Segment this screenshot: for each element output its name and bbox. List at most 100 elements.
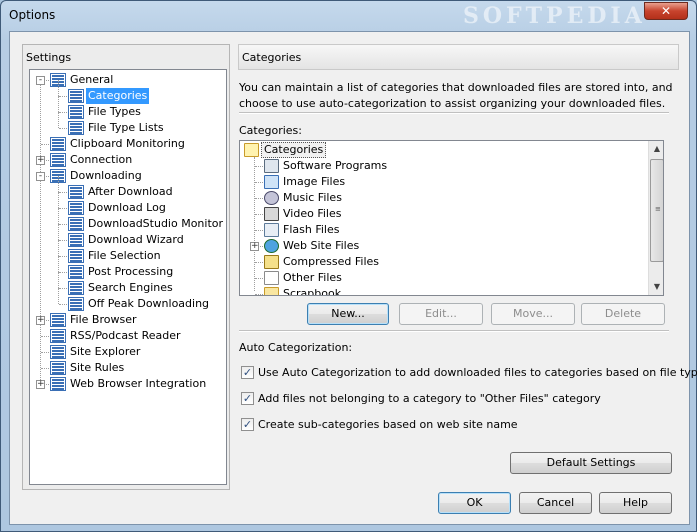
- tree-item-label: Download Wizard: [88, 233, 184, 246]
- category-item[interactable]: Compressed Files: [240, 254, 646, 270]
- options-window: Options SOFTPEDIA ✕ Settings - General Cat…: [0, 0, 697, 532]
- tree-item[interactable]: Search Engines: [30, 272, 226, 296]
- tree-item[interactable]: Post Processing: [30, 256, 226, 280]
- tree-item[interactable]: Download Log: [30, 192, 226, 216]
- categories-scrollbar[interactable]: ▲ ≡ ▼: [648, 141, 663, 295]
- tree-item[interactable]: DownloadStudio Monitor: [30, 208, 226, 232]
- settings-tree[interactable]: - General Categories File Types File Type Li…: [29, 69, 227, 485]
- ok-button[interactable]: OK: [438, 492, 511, 514]
- edit-button[interactable]: Edit...: [399, 303, 483, 325]
- category-label: Categories: [261, 142, 327, 158]
- scroll-up-icon[interactable]: ▲: [649, 141, 663, 157]
- settings-page-icon: [68, 185, 84, 199]
- add-other-files-checkbox[interactable]: ✓: [241, 392, 254, 405]
- category-label: Music Files: [283, 191, 342, 204]
- use-auto-categorization-checkbox[interactable]: ✓: [241, 366, 254, 379]
- tree-item[interactable]: RSS/Podcast Reader: [30, 328, 226, 344]
- tree-connector: [59, 304, 67, 305]
- category-item[interactable]: + Web Site Files: [240, 238, 646, 254]
- category-label: Video Files: [283, 207, 342, 220]
- category-item[interactable]: Video Files: [240, 206, 646, 222]
- new-button[interactable]: New...: [307, 303, 389, 325]
- tree-item-label: Site Explorer: [70, 345, 141, 358]
- tree-connector: [59, 208, 67, 209]
- tree-connector: [41, 336, 49, 337]
- scroll-thumb[interactable]: ≡: [650, 159, 663, 262]
- categories-tree[interactable]: Categories Software Programs Image Files Mu…: [239, 140, 664, 296]
- folder-open-icon: [244, 143, 259, 157]
- settings-page-icon: [50, 137, 66, 151]
- move-button[interactable]: Move...: [491, 303, 575, 325]
- tree-item-label: General: [70, 73, 114, 86]
- tree-item[interactable]: After Download: [30, 176, 226, 200]
- category-item[interactable]: Software Programs: [240, 158, 646, 174]
- tree-item-label: File Type Lists: [88, 121, 164, 134]
- tree-item[interactable]: + Web Browser Integration: [30, 376, 226, 392]
- tree-connector: [58, 112, 59, 128]
- expand-icon[interactable]: +: [36, 316, 45, 325]
- cancel-button[interactable]: Cancel: [519, 492, 592, 514]
- tree-item[interactable]: + Connection: [30, 152, 226, 168]
- tree-connector: [41, 352, 49, 353]
- tree-connector: [58, 80, 59, 96]
- delete-button[interactable]: Delete: [581, 303, 665, 325]
- tree-item[interactable]: Download Wizard: [30, 224, 226, 248]
- tree-item[interactable]: Categories: [30, 80, 226, 104]
- tree-connector: [58, 208, 59, 224]
- window-title: Options: [9, 8, 56, 22]
- collapse-icon[interactable]: -: [36, 76, 45, 85]
- flash-icon: [264, 223, 279, 237]
- tree-item-label: Off Peak Downloading: [88, 297, 210, 310]
- scroll-down-icon[interactable]: ▼: [649, 279, 663, 295]
- create-subcategories-checkbox[interactable]: ✓: [241, 418, 254, 431]
- divider: [239, 330, 669, 332]
- globe-icon: [264, 239, 279, 253]
- category-item[interactable]: Flash Files: [240, 222, 646, 238]
- category-label: Image Files: [283, 175, 346, 188]
- page-header: Categories: [238, 44, 679, 70]
- tree-item-label: RSS/Podcast Reader: [70, 329, 181, 342]
- settings-page-icon: [68, 297, 84, 311]
- tree-item[interactable]: File Types: [30, 96, 226, 120]
- tree-item-label: Site Rules: [70, 361, 125, 374]
- tree-item-label: Search Engines: [88, 281, 173, 294]
- category-item[interactable]: Other Files: [240, 270, 646, 286]
- tree-item[interactable]: Clipboard Monitoring: [30, 136, 226, 152]
- expand-icon[interactable]: +: [36, 156, 45, 165]
- close-button[interactable]: ✕: [644, 2, 688, 20]
- tree-item[interactable]: Site Rules: [30, 360, 226, 376]
- category-label: Flash Files: [283, 223, 340, 236]
- settings-panel: Settings - General Categories File Types Fil…: [22, 44, 230, 490]
- file-icon: [264, 271, 279, 285]
- tree-item[interactable]: - Downloading: [30, 168, 226, 184]
- collapse-icon[interactable]: -: [36, 172, 45, 181]
- checkbox-label: Add files not belonging to a category to…: [258, 392, 601, 405]
- tree-connector: [59, 240, 67, 241]
- tree-item[interactable]: + File Browser: [30, 312, 226, 328]
- tree-item[interactable]: - General: [30, 72, 226, 88]
- settings-page-icon: [50, 313, 66, 327]
- tree-item[interactable]: Site Explorer: [30, 344, 226, 360]
- settings-page-icon: [68, 105, 84, 119]
- category-item[interactable]: Scrapbook: [240, 286, 646, 295]
- divider: [239, 112, 669, 114]
- category-item[interactable]: Categories: [240, 142, 646, 158]
- tree-connector: [255, 294, 263, 295]
- category-item[interactable]: Image Files: [240, 174, 646, 190]
- title-bar[interactable]: Options SOFTPEDIA ✕: [1, 1, 696, 31]
- tree-item-label: Downloading: [70, 169, 142, 182]
- expand-icon[interactable]: +: [36, 380, 45, 389]
- expand-icon[interactable]: +: [250, 242, 259, 251]
- tree-item[interactable]: File Selection: [30, 240, 226, 264]
- tree-item-label: After Download: [88, 185, 173, 198]
- default-settings-button[interactable]: Default Settings: [510, 452, 672, 474]
- settings-page-icon: [68, 281, 84, 295]
- tree-connector: [41, 144, 49, 145]
- tree-item[interactable]: Off Peak Downloading: [30, 288, 226, 312]
- category-item[interactable]: Music Files: [240, 190, 646, 206]
- tree-item[interactable]: File Type Lists: [30, 112, 226, 136]
- settings-page-icon: [68, 217, 84, 231]
- help-button[interactable]: Help: [599, 492, 672, 514]
- dialog-body: Settings - General Categories File Types Fil…: [9, 31, 697, 525]
- page-title: Categories: [242, 51, 302, 64]
